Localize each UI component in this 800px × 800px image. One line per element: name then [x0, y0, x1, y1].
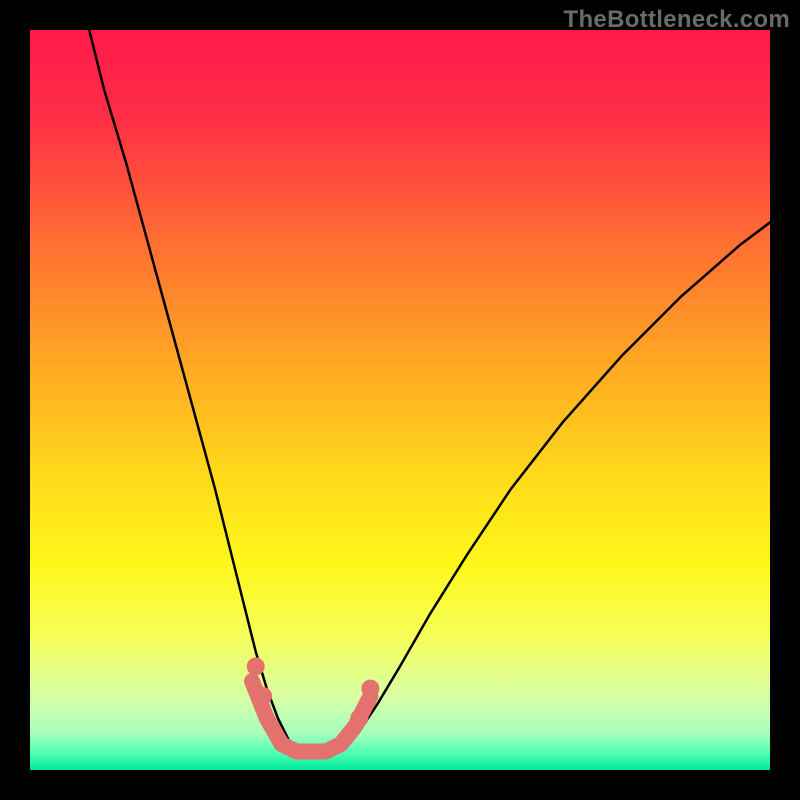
- chart-frame: TheBottleneck.com: [0, 0, 800, 800]
- valley-dot: [254, 687, 272, 705]
- valley-dot: [361, 680, 379, 698]
- valley-dot: [350, 709, 368, 727]
- watermark-text: TheBottleneck.com: [564, 6, 790, 34]
- plot-area: [30, 30, 770, 770]
- valley-dot: [247, 657, 265, 675]
- bottleneck-curve-right: [341, 222, 770, 747]
- curve-layer: [30, 30, 770, 770]
- bottleneck-curve-left: [89, 30, 296, 748]
